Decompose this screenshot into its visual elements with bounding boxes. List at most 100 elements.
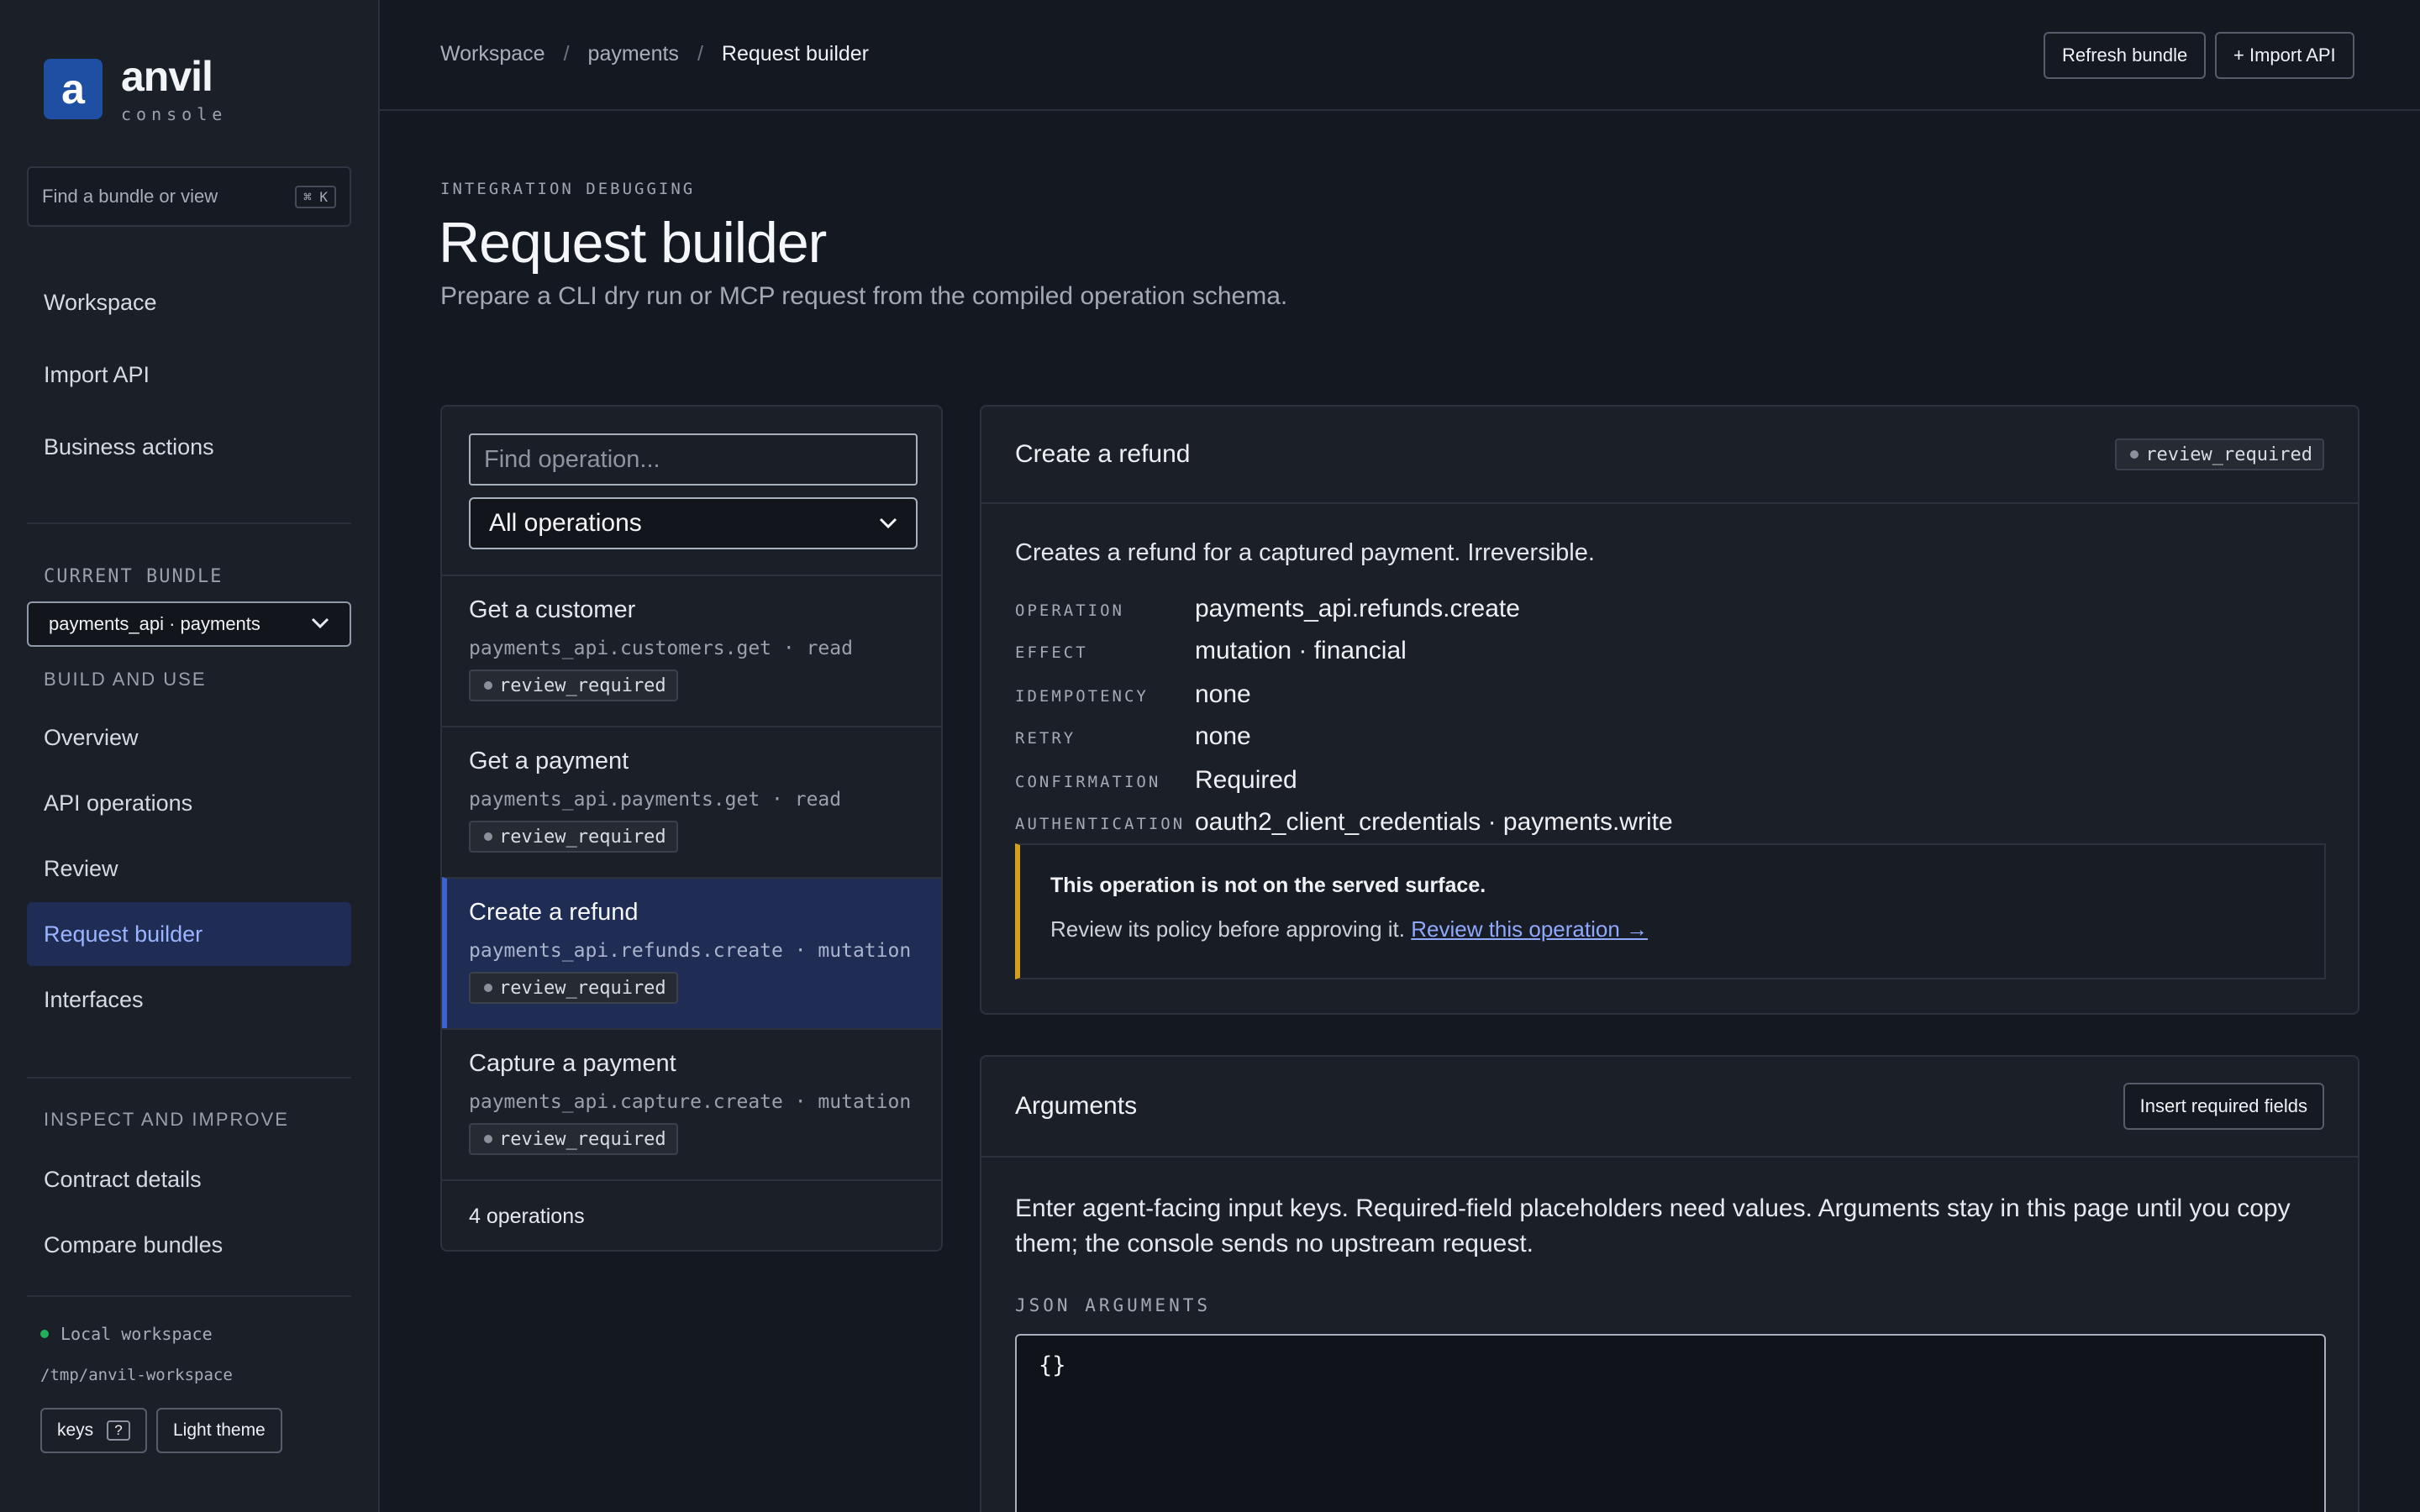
sidebar-item-contract-details[interactable]: Contract details: [27, 1147, 351, 1211]
field-key-confirmation: CONFIRMATION: [1015, 773, 1161, 791]
operation-item[interactable]: Get a customer payments_api.customers.ge…: [442, 575, 941, 726]
sidebar-item-import-api[interactable]: Import API: [27, 343, 351, 407]
arguments-header: Arguments Insert required fields: [981, 1057, 2358, 1158]
arguments-card: Arguments Insert required fields Enter a…: [980, 1055, 2360, 1512]
field-value-retry: none: [1195, 722, 1251, 750]
chevron-down-icon: [879, 512, 897, 535]
operation-title: Get a payment: [469, 748, 629, 774]
notice-body-text: Review its policy before approving it.: [1050, 916, 1405, 942]
search-shortcut-hint: ⌘ K: [295, 185, 336, 208]
page-eyebrow: INTEGRATION DEBUGGING: [440, 180, 696, 198]
import-api-button[interactable]: + Import API: [2215, 32, 2354, 79]
field-key-operation: OPERATION: [1015, 601, 1124, 620]
brand[interactable]: a anvil console: [44, 54, 227, 124]
breadcrumb-workspace[interactable]: Workspace: [440, 42, 545, 66]
breadcrumb: Workspace / payments / Request builder: [440, 42, 869, 66]
status-dot-icon: [40, 1330, 49, 1338]
operation-item[interactable]: Get a payment payments_api.payments.get …: [442, 726, 941, 877]
field-key-retry: RETRY: [1015, 729, 1076, 748]
sidebar-item-request-builder[interactable]: Request builder: [27, 902, 351, 966]
json-arguments-label: JSON ARGUMENTS: [1015, 1295, 1212, 1315]
build-and-use-heading: BUILD AND USE: [44, 669, 207, 690]
operation-id: payments_api.payments.get · read: [469, 789, 842, 811]
operation-search-input[interactable]: Find operation...: [469, 433, 918, 486]
status-badge-text: review_required: [499, 1128, 666, 1150]
bundle-search-placeholder: Find a bundle or view: [42, 186, 218, 207]
operations-panel: Find operation... All operations Get a c…: [440, 405, 943, 1252]
operation-title: Get a customer: [469, 596, 636, 623]
sidebar-item-interfaces[interactable]: Interfaces: [27, 968, 351, 1032]
detail-header: Create a refund review_required: [981, 407, 2358, 504]
detail-description: Creates a refund for a captured payment.…: [1015, 539, 1595, 566]
field-key-authentication: AUTHENTICATION: [1015, 815, 1186, 833]
sidebar-divider: [27, 1077, 351, 1079]
sidebar-divider: [27, 1295, 351, 1297]
operation-title: Create a refund: [469, 899, 639, 926]
badge-dot-icon: [484, 1135, 492, 1143]
bundle-search-input[interactable]: Find a bundle or view ⌘ K: [27, 166, 351, 227]
field-key-effect: EFFECT: [1015, 643, 1088, 662]
sidebar: a anvil console Find a bundle or view ⌘ …: [0, 0, 380, 1512]
arguments-help-text: Enter agent-facing input keys. Required-…: [1015, 1194, 2291, 1257]
workspace-status-text: Local workspace: [60, 1324, 213, 1344]
json-arguments-editor[interactable]: {}: [1015, 1334, 2326, 1512]
status-badge: review_required: [469, 1123, 678, 1155]
badge-dot-icon: [484, 832, 492, 841]
status-badge: review_required: [469, 821, 678, 853]
breadcrumb-separator: /: [563, 42, 570, 66]
breadcrumb-bundle[interactable]: payments: [588, 42, 679, 66]
sidebar-item-workspace[interactable]: Workspace: [27, 270, 351, 334]
status-badge: review_required: [2115, 438, 2324, 470]
sidebar-item-compare-bundles[interactable]: Compare bundles: [27, 1213, 351, 1254]
top-bar: Workspace / payments / Request builder R…: [380, 0, 2420, 111]
operation-detail-card: Create a refund review_required Creates …: [980, 405, 2360, 1015]
status-badge-text: review_required: [499, 977, 666, 999]
inspect-and-improve-heading: INSPECT AND IMPROVE: [44, 1109, 289, 1130]
chevron-down-icon: [311, 615, 329, 634]
review-operation-link[interactable]: Review this operation →: [1411, 916, 1648, 942]
status-badge-text: review_required: [499, 675, 666, 696]
operation-item[interactable]: Capture a payment payments_api.capture.c…: [442, 1028, 941, 1179]
status-badge-text: review_required: [499, 826, 666, 848]
sidebar-item-review[interactable]: Review: [27, 837, 351, 900]
sidebar-item-api-operations[interactable]: API operations: [27, 771, 351, 835]
sidebar-item-business-actions[interactable]: Business actions: [27, 415, 351, 479]
operation-filter-select[interactable]: All operations: [469, 497, 918, 549]
operations-count: 4 operations: [442, 1179, 941, 1250]
badge-dot-icon: [484, 984, 492, 992]
sidebar-item-overview[interactable]: Overview: [27, 706, 351, 769]
operation-search-placeholder: Find operation...: [484, 445, 660, 473]
app-subtitle: console: [121, 104, 228, 124]
detail-title: Create a refund: [1015, 440, 1191, 468]
insert-required-fields-button[interactable]: Insert required fields: [2123, 1083, 2324, 1130]
workspace-path: /tmp/anvil-workspace: [40, 1366, 233, 1384]
field-value-authentication: oauth2_client_credentials · payments.wri…: [1195, 808, 1673, 836]
app-name: anvil: [121, 53, 213, 100]
bundle-select-value: payments_api · payments: [49, 613, 260, 634]
notice-body: Review its policy before approving it. R…: [1050, 916, 2324, 942]
workspace-status: Local workspace: [40, 1324, 213, 1344]
page-title: Request builder: [439, 211, 827, 275]
operation-id: payments_api.customers.get · read: [469, 638, 853, 659]
status-badge: review_required: [469, 972, 678, 1004]
logo-icon: a: [44, 59, 103, 119]
field-value-effect: mutation · financial: [1195, 637, 1407, 664]
badge-dot-icon: [2130, 450, 2139, 459]
sidebar-divider: [27, 522, 351, 524]
field-key-idempotency: IDEMPOTENCY: [1015, 687, 1149, 706]
operation-title: Capture a payment: [469, 1050, 676, 1077]
page-subtitle: Prepare a CLI dry run or MCP request fro…: [440, 282, 1288, 310]
sidebar-scroll-clip: Compare bundles: [27, 1213, 351, 1254]
keys-button[interactable]: keys ?: [40, 1408, 147, 1453]
operation-id: payments_api.capture.create · mutation: [469, 1091, 912, 1113]
keys-button-label: keys: [57, 1420, 94, 1440]
keys-shortcut-hint: ?: [107, 1420, 130, 1441]
theme-toggle-button[interactable]: Light theme: [156, 1408, 282, 1453]
bundle-select[interactable]: payments_api · payments: [27, 601, 351, 647]
field-value-idempotency: none: [1195, 680, 1251, 708]
operation-id: payments_api.refunds.create · mutation: [469, 940, 912, 962]
breadcrumb-current: Request builder: [721, 42, 870, 66]
current-bundle-heading: CURRENT BUNDLE: [44, 566, 224, 587]
refresh-bundle-button[interactable]: Refresh bundle: [2044, 32, 2207, 79]
operation-item-selected[interactable]: Create a refund payments_api.refunds.cre…: [442, 877, 941, 1028]
